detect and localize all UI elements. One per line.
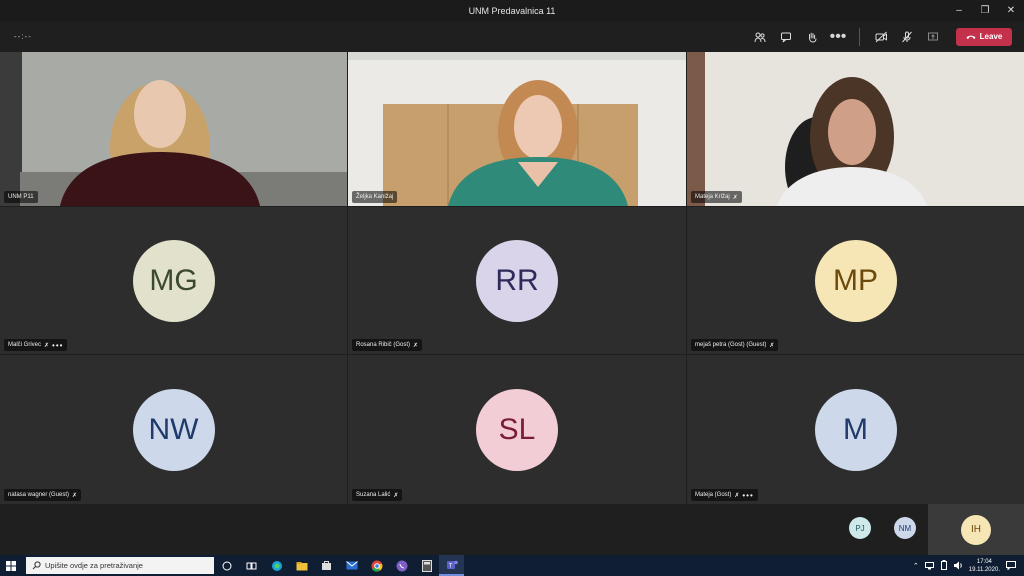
participant-tile[interactable]: RR Rosana Ribič (Gost) ✗ [348, 207, 686, 354]
mic-off-icon: ✗ [769, 342, 775, 349]
file-explorer-icon[interactable] [289, 555, 314, 576]
minimize-icon[interactable]: – [946, 0, 972, 21]
participant-name-tag: Suzana Lalić ✗ [352, 489, 403, 501]
mic-off-icon: ✗ [732, 194, 738, 201]
mic-off-icon: ✗ [44, 342, 50, 349]
mini-avatar[interactable]: NM [894, 517, 916, 539]
participant-name-tag: natasa wagner (Guest) ✗ [4, 489, 82, 501]
edge-icon[interactable] [264, 555, 289, 576]
window-title: UNM Predavalnica 11 [468, 5, 556, 16]
participant-tile[interactable]: NW natasa wagner (Guest) ✗ [0, 355, 347, 504]
avatar: NW [132, 388, 215, 471]
search-icon [32, 561, 41, 570]
participant-video [0, 52, 347, 206]
chrome-icon[interactable] [364, 555, 389, 576]
clock-time: 17:04 [976, 558, 992, 565]
participant-name-tag: mejaš petra (Gost) (Guest) ✗ [691, 339, 779, 351]
mic-off-icon: ✗ [72, 492, 78, 499]
toolbar-divider [859, 27, 860, 46]
mic-off-icon: ✗ [734, 492, 740, 499]
overflow-participants: PJ NM [0, 504, 1024, 555]
participant-name-tag: Željka Kanižaj [352, 191, 398, 203]
windows-start-icon[interactable] [0, 555, 22, 576]
avatar: MP [814, 239, 897, 322]
taskbar-search[interactable]: Upišite ovdje za pretraživanje [26, 557, 214, 574]
mail-icon[interactable] [339, 555, 364, 576]
task-view-icon[interactable] [239, 555, 264, 576]
mini-avatar[interactable]: PJ [849, 517, 871, 539]
participant-name: Mateja (Gost) [695, 492, 732, 498]
store-icon[interactable] [314, 555, 339, 576]
video-tile[interactable]: UNM P11 [0, 52, 347, 206]
clock-date: 19.11.2020. [968, 566, 1000, 573]
avatar: MG [132, 239, 215, 322]
self-view[interactable]: IH [928, 504, 1024, 555]
participant-grid: UNM P11 Željka Kanižaj Mateja Križaj ✗ M… [0, 52, 1024, 504]
participant-name: Rosana Ribič (Gost) [356, 342, 411, 348]
participant-name: Malči Grivec [8, 342, 42, 348]
leave-label: Leave [979, 32, 1003, 41]
participant-video [348, 52, 686, 206]
chevron-up-icon[interactable]: ⌃ [913, 562, 919, 570]
participant-name-tag: Malči Grivec ✗ ••• [4, 339, 68, 351]
system-tray: ⌃ 17:04 19.11.2020. [913, 555, 1024, 576]
chat-icon[interactable] [775, 26, 797, 48]
calculator-icon[interactable] [414, 555, 439, 576]
network-icon[interactable] [924, 557, 935, 575]
mic-off-icon: ✗ [413, 342, 419, 349]
participant-name: mejaš petra (Gost) (Guest) [695, 342, 767, 348]
participant-name-tag: UNM P11 [4, 191, 38, 203]
mic-off-icon: ✗ [393, 492, 399, 499]
notifications-icon[interactable] [1006, 557, 1016, 575]
share-screen-icon[interactable] [922, 26, 944, 48]
meeting-timer: --:-- [14, 32, 32, 41]
cortana-icon[interactable] [214, 555, 239, 576]
leave-button[interactable]: Leave [956, 27, 1012, 46]
raise-hand-icon[interactable] [801, 26, 823, 48]
avatar: M [814, 388, 897, 471]
phone-hangup-icon [966, 35, 976, 39]
participant-video [687, 52, 1024, 206]
meeting-toolbar: --:-- ••• Leave [0, 21, 1024, 52]
restore-icon[interactable]: ❐ [972, 0, 998, 21]
window-titlebar: UNM Predavalnica 11 – ❐ ✕ [0, 0, 1024, 21]
avatar: IH [961, 514, 991, 545]
battery-icon[interactable] [940, 557, 947, 575]
participant-name: natasa wagner (Guest) [8, 492, 70, 498]
participant-tile[interactable]: MG Malči Grivec ✗ ••• [0, 207, 347, 354]
participant-name-tag: Mateja (Gost) ✗ ••• [691, 489, 758, 501]
viber-icon[interactable] [389, 555, 414, 576]
svg-text:T: T [448, 563, 452, 569]
participant-tile[interactable]: M Mateja (Gost) ✗ ••• [687, 355, 1024, 504]
video-tile[interactable]: Željka Kanižaj [348, 52, 686, 206]
participant-tile[interactable]: MP mejaš petra (Gost) (Guest) ✗ [687, 207, 1024, 354]
window-controls: – ❐ ✕ [946, 0, 1024, 21]
participant-tile[interactable]: SL Suzana Lalić ✗ [348, 355, 686, 504]
more-options-icon[interactable]: ••• [827, 26, 849, 48]
more-options-icon[interactable]: ••• [742, 491, 753, 500]
participants-icon[interactable] [749, 26, 771, 48]
participant-name: UNM P11 [8, 194, 34, 200]
avatar: SL [476, 388, 558, 471]
participant-name: Suzana Lalić [356, 492, 391, 498]
close-icon[interactable]: ✕ [998, 0, 1024, 21]
participant-name-tag: Rosana Ribič (Gost) ✗ [352, 339, 423, 351]
participant-name: Željka Kanižaj [356, 194, 394, 200]
meeting-controls: ••• Leave [749, 25, 1012, 48]
avatar: RR [476, 239, 558, 322]
participant-name-tag: Mateja Križaj ✗ [691, 191, 742, 203]
teams-icon[interactable]: T [439, 555, 464, 576]
more-options-icon[interactable]: ••• [52, 341, 63, 350]
search-placeholder: Upišite ovdje za pretraživanje [45, 561, 143, 570]
taskbar: Upišite ovdje za pretraživanje T ⌃ 17:04… [0, 555, 1024, 576]
camera-off-icon[interactable] [870, 26, 892, 48]
mic-off-icon[interactable] [896, 26, 918, 48]
volume-icon[interactable] [953, 557, 963, 575]
clock[interactable]: 17:04 19.11.2020. [969, 558, 1000, 574]
participant-name: Mateja Križaj [695, 194, 730, 200]
video-tile[interactable]: Mateja Križaj ✗ [687, 52, 1024, 206]
